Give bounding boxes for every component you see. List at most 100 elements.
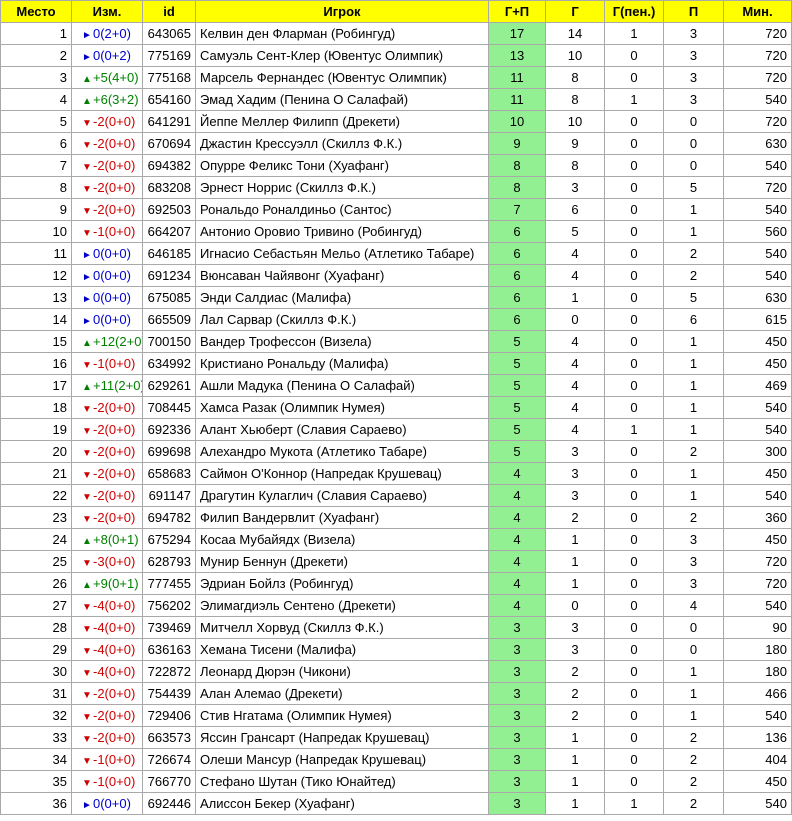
table-row[interactable]: 19 ▼-2(0+0) 692336 Алант Хьюберт (Славия Са… (0, 418, 792, 441)
cell-player: Рональдо Роналдиньо (Сантос) (195, 198, 489, 221)
cell-id: 691234 (142, 264, 196, 287)
table-row[interactable]: 29 ▼-4(0+0) 636163 Хемана Тисени (Малифа) 3 3… (0, 638, 792, 661)
cell-minutes: 720 (723, 176, 792, 199)
cell-goals-plus-assists: 5 (488, 330, 546, 353)
header-goals[interactable]: Г (545, 0, 605, 23)
cell-id: 675294 (142, 528, 196, 551)
cell-penalty-goals: 0 (604, 132, 664, 155)
cell-goals-plus-assists: 4 (488, 594, 546, 617)
cell-goals: 10 (545, 44, 605, 67)
table-row[interactable]: 33 ▼-2(0+0) 663573 Яссин Грансарт (Напредак… (0, 726, 792, 749)
cell-change: ▼-2(0+0) (71, 396, 143, 419)
table-row[interactable]: 16 ▼-1(0+0) 634992 Кристиано Рональду (Мали… (0, 352, 792, 375)
cell-minutes: 720 (723, 22, 792, 45)
header-change[interactable]: Изм. (71, 0, 143, 23)
cell-assists: 3 (663, 572, 724, 595)
change-value: 0(2+0) (93, 26, 131, 41)
cell-player: Олеши Мансур (Напредак Крушевац) (195, 748, 489, 771)
change-value: -2(0+0) (93, 400, 136, 415)
table-row[interactable]: 32 ▼-2(0+0) 729406 Стив Нгатама (Олимпик Ну… (0, 704, 792, 727)
cell-goals: 3 (545, 484, 605, 507)
cell-goals: 1 (545, 528, 605, 551)
arrow-right-icon: ► (82, 52, 92, 63)
cell-goals-plus-assists: 4 (488, 572, 546, 595)
cell-minutes: 720 (723, 44, 792, 67)
table-row[interactable]: 11 ►0(0+0) 646185 Игнасио Себастьян Мельо (… (0, 242, 792, 265)
table-row[interactable]: 35 ▼-1(0+0) 766770 Стефано Шутан (Тико Юнай… (0, 770, 792, 793)
table-row[interactable]: 6 ▼-2(0+0) 670694 Джастин Крессуэлл (Скиллз… (0, 132, 792, 155)
table-row[interactable]: 27 ▼-4(0+0) 756202 Элимагдиэль Сентено (Дре… (0, 594, 792, 617)
cell-id: 692446 (142, 792, 196, 815)
table-row[interactable]: 25 ▼-3(0+0) 628793 Мунир Беннун (Дрекети) 4 1… (0, 550, 792, 573)
table-row[interactable]: 26 ▲+9(0+1) 777455 Эдриан Бойлз (Робингуд) 4… (0, 572, 792, 595)
cell-id: 691147 (142, 484, 196, 507)
cell-assists: 2 (663, 748, 724, 771)
cell-player: Вандер Трофессон (Визела) (195, 330, 489, 353)
cell-id: 729406 (142, 704, 196, 727)
table-row[interactable]: 31 ▼-2(0+0) 754439 Алан Алемао (Дрекети) 3 2 0… (0, 682, 792, 705)
cell-assists: 0 (663, 110, 724, 133)
table-row[interactable]: 20 ▼-2(0+0) 699698 Алехандро Мукота (Атлети… (0, 440, 792, 463)
header-goals-plus-assists[interactable]: Г+П (488, 0, 546, 23)
header-place[interactable]: Место (0, 0, 72, 23)
cell-id: 722872 (142, 660, 196, 683)
header-player[interactable]: Игрок (195, 0, 489, 23)
table-row[interactable]: 9 ▼-2(0+0) 692503 Рональдо Роналдиньо (Сант… (0, 198, 792, 221)
cell-place: 33 (0, 726, 72, 749)
table-row[interactable]: 15 ▲+12(2+0) 700150 Вандер Трофессон (Визел… (0, 330, 792, 353)
table-row[interactable]: 22 ▼-2(0+0) 691147 Драгутин Кулаглич (Слави… (0, 484, 792, 507)
table-row[interactable]: 2 ►0(0+2) 775169 Самуэль Сент-Клер (Ювентус… (0, 44, 792, 67)
cell-assists: 1 (663, 220, 724, 243)
table-row[interactable]: 12 ►0(0+0) 691234 Вюнсаван Чайявонг (Хуафан… (0, 264, 792, 287)
table-row[interactable]: 7 ▼-2(0+0) 694382 Опурре Феликс Тони (Хуафа… (0, 154, 792, 177)
table-row[interactable]: 24 ▲+8(0+1) 675294 Косаа Мубайядх (Визела) 4… (0, 528, 792, 551)
cell-penalty-goals: 0 (604, 638, 664, 661)
cell-id: 739469 (142, 616, 196, 639)
change-value: -4(0+0) (93, 642, 136, 657)
cell-goals-plus-assists: 3 (488, 704, 546, 727)
cell-place: 7 (0, 154, 72, 177)
cell-penalty-goals: 0 (604, 572, 664, 595)
table-row[interactable]: 30 ▼-4(0+0) 722872 Леонард Дюрэн (Чикони) 3 2… (0, 660, 792, 683)
cell-id: 670694 (142, 132, 196, 155)
cell-place: 31 (0, 682, 72, 705)
cell-change: ▲+9(0+1) (71, 572, 143, 595)
cell-goals-plus-assists: 3 (488, 792, 546, 815)
table-row[interactable]: 1 ►0(2+0) 643065 Келвин ден Фларман (Робинг… (0, 22, 792, 45)
table-row[interactable]: 36 ►0(0+0) 692446 Алиссон Бекер (Хуафанг) 3 1… (0, 792, 792, 815)
cell-change: ▲+11(2+0) (71, 374, 143, 397)
arrow-down-icon: ▼ (82, 668, 92, 679)
table-row[interactable]: 13 ►0(0+0) 675085 Энди Салдиас (Малифа) 6 1 0 5… (0, 286, 792, 309)
table-row[interactable]: 17 ▲+11(2+0) 629261 Ашли Мадука (Пенина О С… (0, 374, 792, 397)
table-row[interactable]: 14 ►0(0+0) 665509 Лал Сарвар (Скиллз Ф.К.) 6… (0, 308, 792, 331)
table-row[interactable]: 10 ▼-1(0+0) 664207 Антонио Оровио Тривино (… (0, 220, 792, 243)
cell-goals: 1 (545, 572, 605, 595)
cell-assists: 1 (663, 418, 724, 441)
cell-goals-plus-assists: 5 (488, 440, 546, 463)
cell-minutes: 450 (723, 352, 792, 375)
table-row[interactable]: 34 ▼-1(0+0) 726674 Олеши Мансур (Напредак К… (0, 748, 792, 771)
cell-goals-plus-assists: 3 (488, 660, 546, 683)
header-minutes[interactable]: Мин. (723, 0, 792, 23)
table-row[interactable]: 5 ▼-2(0+0) 641291 Йеппе Меллер Филипп (Дрек… (0, 110, 792, 133)
cell-assists: 5 (663, 176, 724, 199)
table-row[interactable]: 28 ▼-4(0+0) 739469 Митчелл Хорвуд (Скиллз Ф… (0, 616, 792, 639)
cell-change: ▼-2(0+0) (71, 704, 143, 727)
cell-goals-plus-assists: 3 (488, 616, 546, 639)
cell-player: Филип Вандервлит (Хуафанг) (195, 506, 489, 529)
table-row[interactable]: 21 ▼-2(0+0) 658683 Саймон О'Коннор (Напреда… (0, 462, 792, 485)
header-penalty-goals[interactable]: Г(пен.) (604, 0, 664, 23)
cell-minutes: 720 (723, 110, 792, 133)
header-id[interactable]: id (142, 0, 196, 23)
cell-player: Элимагдиэль Сентено (Дрекети) (195, 594, 489, 617)
cell-goals: 4 (545, 418, 605, 441)
table-row[interactable]: 3 ▲+5(4+0) 775168 Марсель Фернандес (Ювенту… (0, 66, 792, 89)
cell-player: Мунир Беннун (Дрекети) (195, 550, 489, 573)
table-row[interactable]: 18 ▼-2(0+0) 708445 Хамса Разак (Олимпик Нум… (0, 396, 792, 419)
change-value: +9(0+1) (93, 576, 139, 591)
header-assists[interactable]: П (663, 0, 724, 23)
table-row[interactable]: 23 ▼-2(0+0) 694782 Филип Вандервлит (Хуафан… (0, 506, 792, 529)
change-value: -2(0+0) (93, 510, 136, 525)
table-row[interactable]: 4 ▲+6(3+2) 654160 Эмад Хадим (Пенина О Сала… (0, 88, 792, 111)
table-row[interactable]: 8 ▼-2(0+0) 683208 Эрнест Норрис (Скиллз Ф.К… (0, 176, 792, 199)
